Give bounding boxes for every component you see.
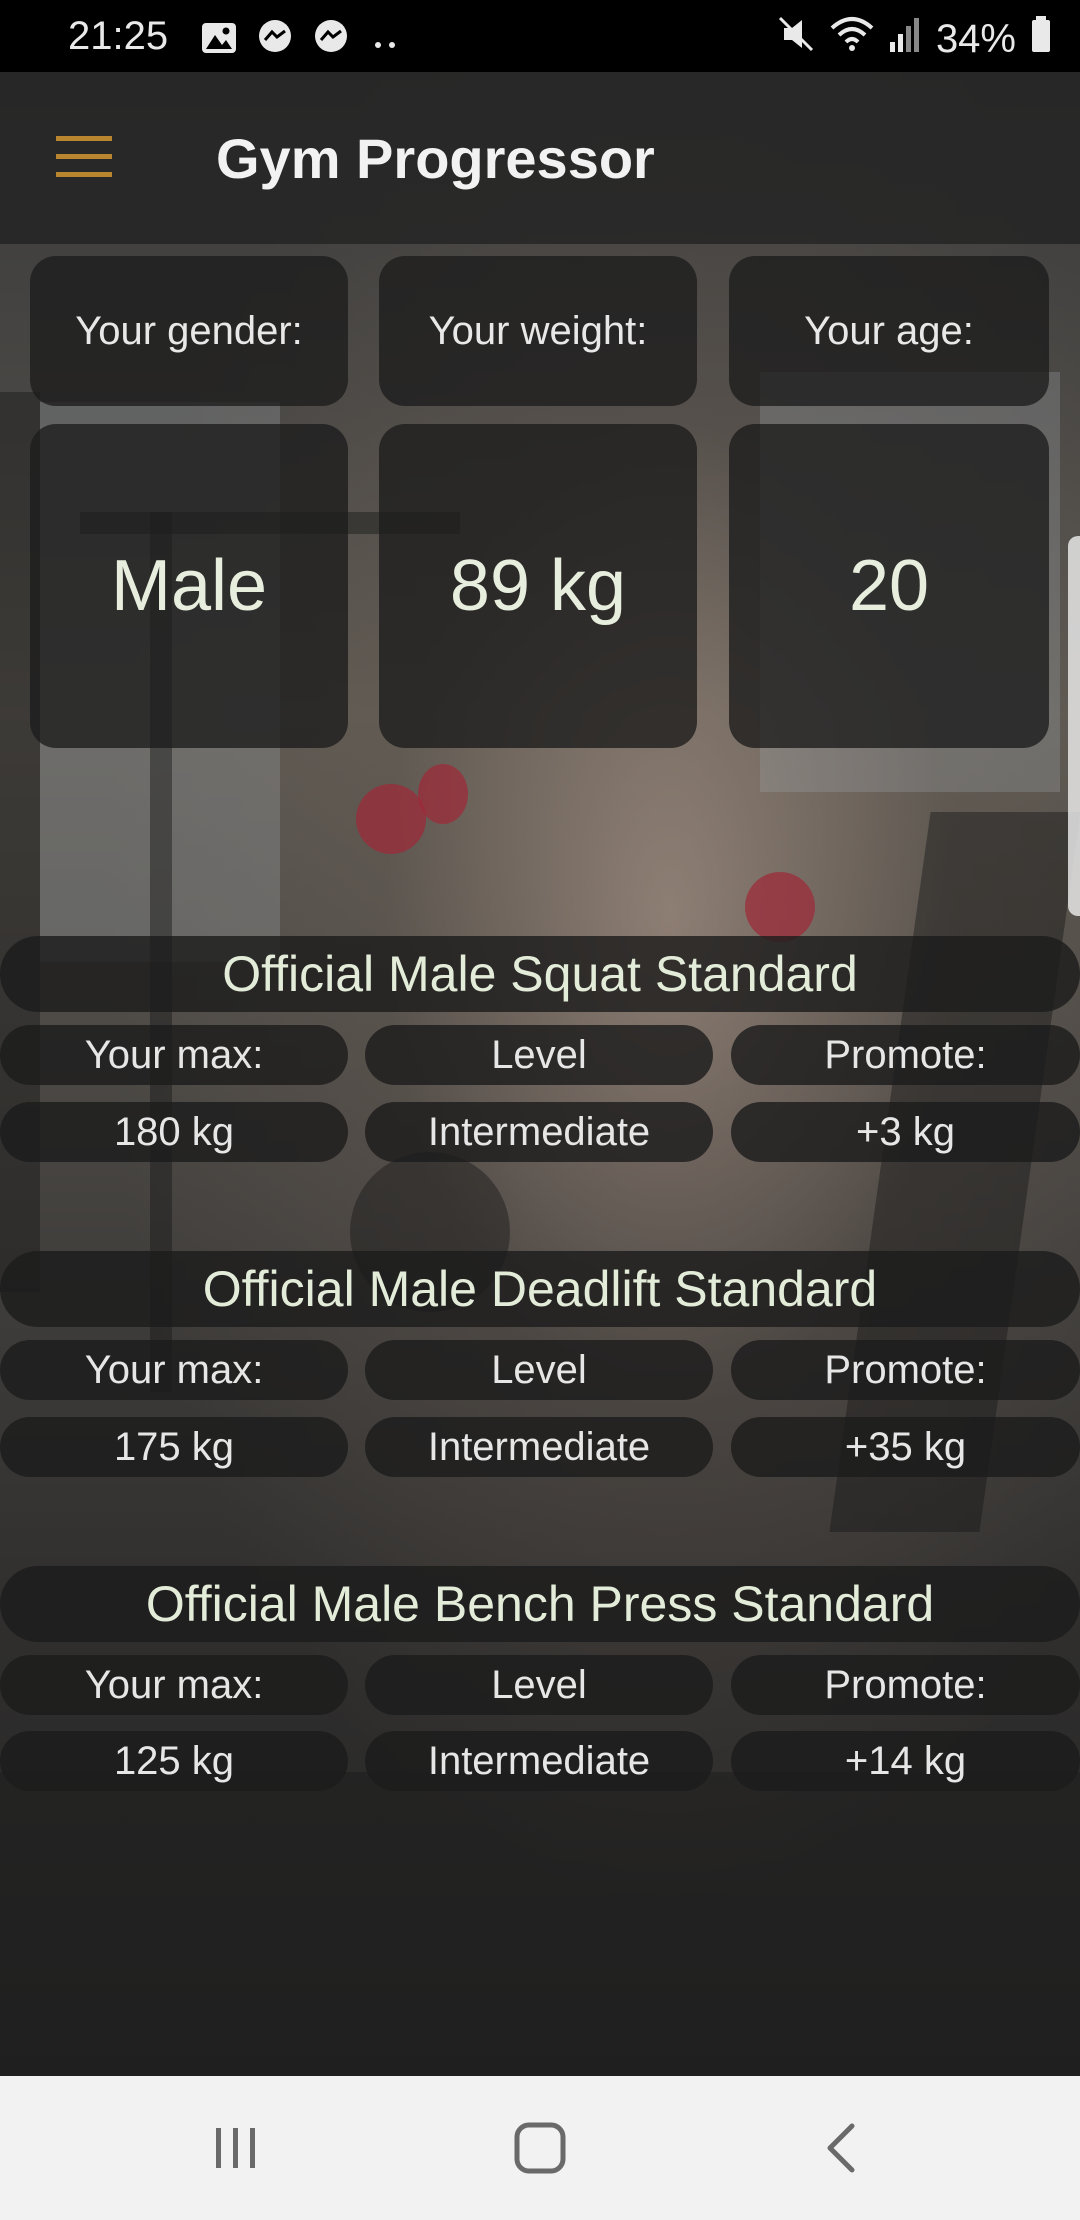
status-bar: 21:25 34%	[0, 0, 1080, 72]
gender-value: Male	[110, 546, 268, 626]
battery-percent: 34%	[935, 16, 1016, 61]
system-navigation-bar	[0, 2076, 1080, 2220]
deadlift-max-label: Your max:	[0, 1340, 348, 1400]
age-value-card[interactable]: 20	[729, 424, 1049, 748]
age-label: Your age:	[804, 308, 974, 353]
squat-level-label: Level	[365, 1025, 713, 1085]
squat-max-label: Your max:	[0, 1025, 348, 1085]
squat-promote-value: +3 kg	[731, 1102, 1080, 1162]
age-value: 20	[848, 546, 930, 626]
hamburger-menu-icon[interactable]	[50, 130, 118, 188]
weight-value: 89 kg	[449, 546, 627, 626]
weight-value-card[interactable]: 89 kg	[379, 424, 697, 748]
squat-promote-label: Promote:	[731, 1025, 1080, 1085]
squat-level-value: Intermediate	[365, 1102, 713, 1162]
gender-value-card[interactable]: Male	[30, 424, 348, 748]
bench-level-label: Level	[365, 1655, 713, 1715]
wifi-icon	[830, 14, 874, 64]
deadlift-max-value[interactable]: 175 kg	[0, 1417, 348, 1477]
more-dots-icon	[368, 20, 402, 65]
deadlift-level-label: Level	[365, 1340, 713, 1400]
deadlift-promote-label: Promote:	[731, 1340, 1080, 1400]
bench-level-value: Intermediate	[365, 1731, 713, 1791]
squat-standard-title: Official Male Squat Standard	[0, 936, 1080, 1012]
back-icon[interactable]	[812, 2116, 872, 2185]
gender-label: Your gender:	[75, 308, 303, 353]
home-icon[interactable]	[508, 2116, 572, 2185]
bench-promote-value: +14 kg	[731, 1731, 1080, 1791]
app-toolbar: Gym Progressor	[0, 72, 1080, 244]
recent-apps-icon[interactable]	[206, 2116, 266, 2185]
signal-icon	[888, 14, 922, 64]
status-time: 21:25	[68, 14, 169, 58]
weight-label-card: Your weight:	[379, 256, 697, 406]
deadlift-level-value: Intermediate	[365, 1417, 713, 1477]
squat-max-value[interactable]: 180 kg	[0, 1102, 348, 1162]
gender-label-card: Your gender:	[30, 256, 348, 406]
battery-icon	[1030, 14, 1052, 64]
weight-label: Your weight:	[428, 308, 648, 353]
mute-icon	[776, 14, 816, 64]
deadlift-promote-value: +35 kg	[731, 1417, 1080, 1477]
age-label-card: Your age:	[729, 256, 1049, 406]
deadlift-standard-title: Official Male Deadlift Standard	[0, 1251, 1080, 1327]
scroll-edge-indicator[interactable]	[1068, 536, 1080, 916]
bench-max-value[interactable]: 125 kg	[0, 1731, 348, 1791]
screen: 21:25 34% Gym Progressor Your gender: Yo…	[0, 0, 1080, 2220]
app-title: Gym Progressor	[216, 127, 655, 190]
bench-press-standard-title: Official Male Bench Press Standard	[0, 1566, 1080, 1642]
messenger-icon	[312, 18, 350, 66]
image-icon	[200, 20, 238, 65]
messenger-icon	[256, 18, 294, 66]
bench-max-label: Your max:	[0, 1655, 348, 1715]
bench-promote-label: Promote:	[731, 1655, 1080, 1715]
